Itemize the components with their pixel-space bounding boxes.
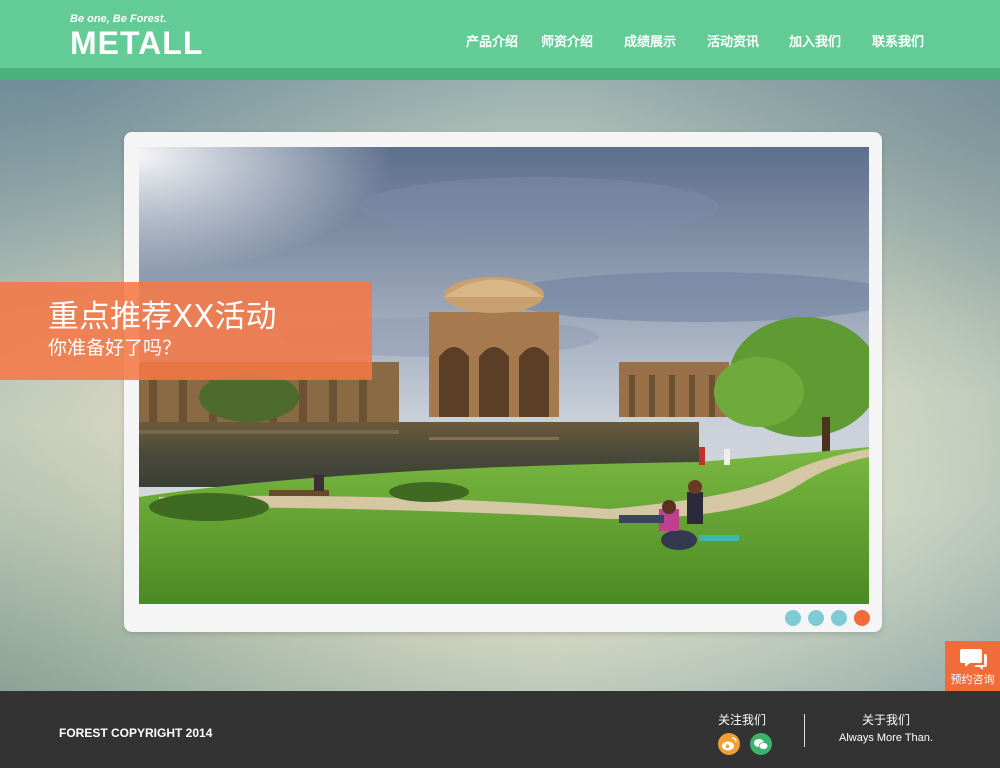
promo-banner[interactable]: 重点推荐XX活动 你准备好了吗？ [0,282,372,380]
weibo-icon[interactable] [718,733,740,755]
about-us-subtitle: Always More Than. [839,732,933,744]
footer-divider [804,714,805,747]
promo-title: 重点推荐XX活动 [48,299,277,335]
slider-dot-3[interactable] [831,610,847,626]
promo-subtitle: 你准备好了吗？ [48,337,182,359]
nav-item-products[interactable]: 产品介绍 [466,31,518,50]
nav-item-events[interactable]: 活动资讯 [707,31,759,50]
nav-item-results[interactable]: 成绩展示 [624,31,676,50]
nav-item-join[interactable]: 加入我们 [789,31,841,50]
wechat-icon[interactable] [750,733,772,755]
chat-bubble-icon [960,649,987,670]
copyright-text: FOREST COPYRIGHT 2014 [59,726,213,740]
header-strip [0,68,1000,80]
site-header: Be one, Be Forest. METALL 产品介绍 师资介绍 成绩展示… [0,0,1000,80]
site-footer: FOREST COPYRIGHT 2014 关注我们 关于我们 Always M… [0,691,1000,768]
follow-us-title: 关注我们 [718,713,767,727]
logo-tagline: Be one, Be Forest. [70,13,167,25]
slider-dots [785,610,871,626]
slider-frame [124,132,882,632]
nav-item-contact[interactable]: 联系我们 [872,31,924,50]
consult-label: 预约咨询 [950,673,995,686]
slider-dot-2[interactable] [808,610,824,626]
logo-name: METALL [70,25,204,61]
slider-dot-4-active[interactable] [854,610,870,626]
slider-dot-1[interactable] [785,610,801,626]
banner-area: 重点推荐XX活动 你准备好了吗？ [0,80,1000,691]
logo[interactable]: Be one, Be Forest. METALL [70,12,203,60]
consult-button[interactable]: 预约咨询 [945,641,1000,691]
nav-item-teachers[interactable]: 师资介绍 [541,31,593,50]
about-us-title[interactable]: 关于我们 [862,711,910,728]
